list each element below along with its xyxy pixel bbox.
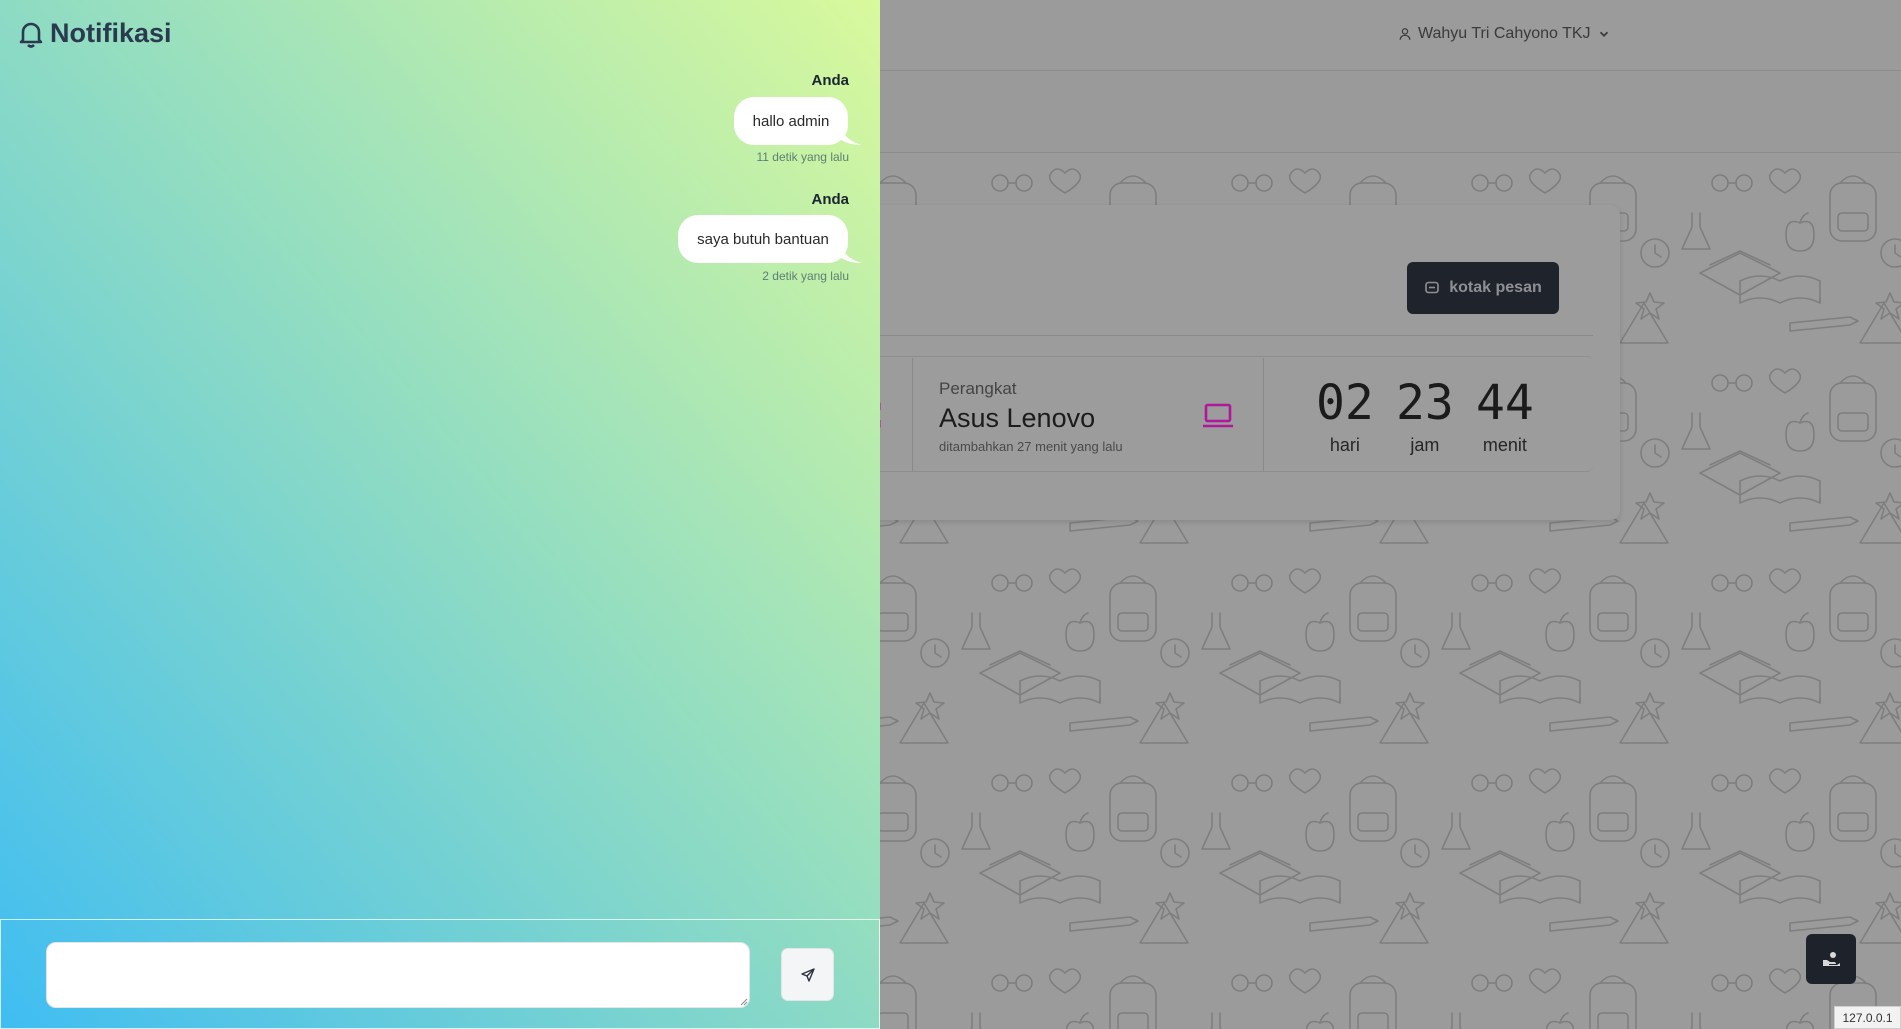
hand-coin-icon xyxy=(1823,952,1840,966)
inbox-button[interactable]: kotak pesan xyxy=(1407,262,1559,314)
message-text: saya butuh bantuan xyxy=(697,230,829,248)
countdown-hours-value: 23 xyxy=(1396,375,1454,431)
ip-address-label: 127.0.0.1 xyxy=(1834,1006,1901,1029)
message-author: Anda xyxy=(811,191,850,208)
message-author: Anda xyxy=(811,72,850,89)
send-icon xyxy=(800,967,815,982)
message-square-icon xyxy=(1425,281,1440,294)
drawer-title: Notifikasi xyxy=(18,18,172,49)
countdown-days-value: 02 xyxy=(1316,375,1374,431)
bubble-tail xyxy=(840,245,862,263)
message-time: 2 detik yang lalu xyxy=(762,269,849,283)
countdown-minutes: 44 menit xyxy=(1476,375,1534,456)
countdown-minutes-unit: menit xyxy=(1482,435,1527,455)
countdown-days: 02 hari xyxy=(1316,375,1374,456)
stat-separator xyxy=(1263,358,1264,472)
device-label: Perangkat xyxy=(939,379,1017,398)
user-icon xyxy=(1399,28,1411,40)
message-text: hallo admin xyxy=(752,112,830,130)
message-input[interactable] xyxy=(46,942,750,1008)
countdown-days-unit: hari xyxy=(1329,435,1360,455)
inbox-button-label: kotak pesan xyxy=(1449,279,1542,296)
device-added-time: ditambahkan 27 menit yang lalu xyxy=(939,439,1123,454)
countdown-minutes-value: 44 xyxy=(1476,375,1534,431)
message-bubble: saya butuh bantuan xyxy=(678,215,848,263)
bubble-tail xyxy=(840,127,862,145)
message-bubble: hallo admin xyxy=(734,97,848,145)
user-name: Wahyu Tri Cahyono TKJ xyxy=(1418,25,1591,42)
floating-action-button[interactable] xyxy=(1806,934,1856,984)
message-time: 11 detik yang lalu xyxy=(756,150,849,164)
resize-grip-icon[interactable] xyxy=(738,996,748,1006)
bell-icon xyxy=(19,22,43,48)
device-value: Asus Lenovo xyxy=(939,403,1096,433)
countdown-hours-unit: jam xyxy=(1410,435,1440,455)
chevron-down-icon xyxy=(1599,31,1608,37)
countdown-hours: 23 jam xyxy=(1396,375,1454,456)
drawer-title-text: Notifikasi xyxy=(50,18,172,48)
stat-separator xyxy=(912,358,913,472)
laptop-icon xyxy=(1203,403,1233,428)
user-menu[interactable]: Wahyu Tri Cahyono TKJ xyxy=(1398,25,1611,43)
notification-drawer: Notifikasi Anda hallo admin 11 detik yan… xyxy=(0,0,880,1029)
send-button[interactable] xyxy=(781,948,834,1001)
